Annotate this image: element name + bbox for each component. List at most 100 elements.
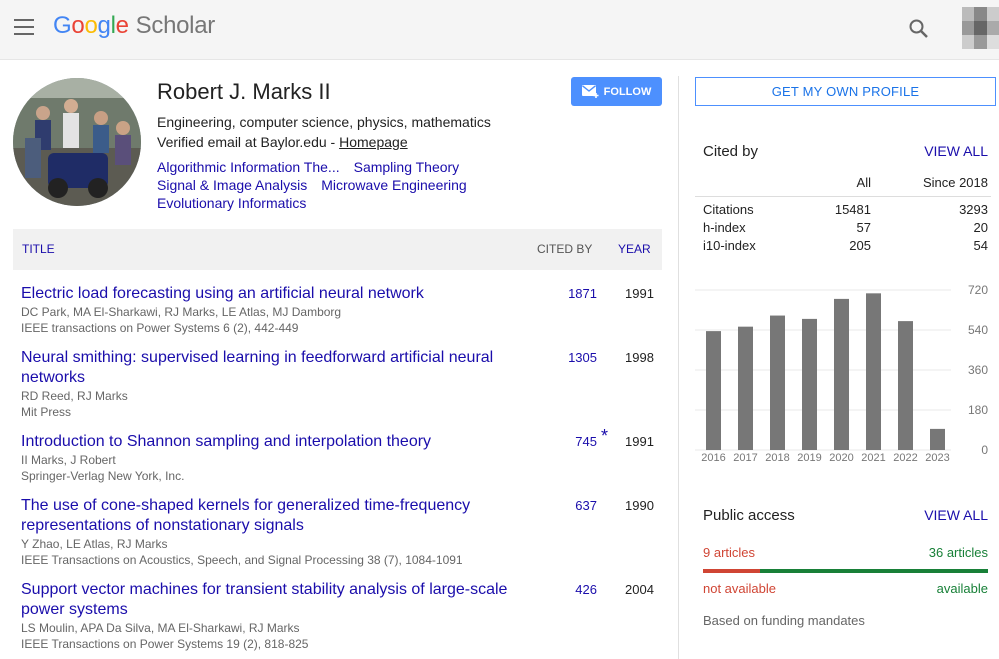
verified-email-text: Verified email at Baylor.edu -: [157, 134, 340, 150]
stat-since: 54: [973, 238, 988, 253]
article-row: The use of cone-shaped kernels for gener…: [21, 496, 662, 568]
get-my-own-profile-button[interactable]: GET MY OWN PROFILE: [695, 77, 996, 106]
stats-row: i10-index 205 54: [695, 238, 991, 256]
interest-link[interactable]: Algorithmic Information The...: [157, 159, 340, 175]
article-year: 1991: [625, 286, 654, 301]
homepage-link[interactable]: Homepage: [339, 134, 408, 150]
article-cited-by[interactable]: 637: [541, 498, 597, 513]
public-access-view-all[interactable]: VIEW ALL: [924, 507, 988, 523]
profile-affiliation: Engineering, computer science, physics, …: [157, 114, 491, 130]
chart-x-tick: 2018: [765, 452, 789, 464]
public-access-title: Public access: [703, 507, 795, 524]
article-year: 1991: [625, 434, 654, 449]
mail-icon: [581, 85, 599, 98]
unavailable-bar-segment: [703, 569, 760, 573]
chart-bar[interactable]: [738, 326, 753, 450]
article-authors: LS Moulin, APA Da Silva, MA El-Sharkawi,…: [21, 621, 300, 635]
chart-y-tick: 720: [968, 283, 988, 297]
logo-letter: o: [71, 12, 85, 39]
logo-letter: e: [115, 12, 129, 39]
article-year: 1990: [625, 498, 654, 513]
chart-bar[interactable]: [706, 331, 721, 450]
article-venue: IEEE Transactions on Power Systems 19 (2…: [21, 637, 309, 651]
chart-y-tick: 0: [981, 443, 988, 457]
article-venue: IEEE transactions on Power Systems 6 (2)…: [21, 321, 299, 335]
article-venue: IEEE Transactions on Acoustics, Speech, …: [21, 553, 463, 567]
profile-photo: [13, 78, 141, 206]
chart-y-tick: 360: [968, 363, 988, 377]
article-authors: Y Zhao, LE Atlas, RJ Marks: [21, 537, 168, 551]
article-venue: Mit Press: [21, 405, 72, 419]
sort-by-title[interactable]: TITLE: [22, 242, 55, 256]
article-cited-by[interactable]: 745: [541, 434, 597, 449]
unavailable-count[interactable]: 9 articles: [703, 545, 755, 560]
chart-bar[interactable]: [834, 298, 849, 450]
interest-link[interactable]: Microwave Engineering: [321, 177, 467, 193]
chart-bar[interactable]: [866, 293, 881, 450]
chart-x-tick: 2019: [797, 452, 821, 464]
chart-y-tick: 540: [968, 323, 988, 337]
chart-x-tick: 2023: [925, 452, 949, 464]
chart-bar[interactable]: [802, 318, 817, 450]
cited-by-view-all[interactable]: VIEW ALL: [924, 143, 988, 159]
citation-stats-table: All Since 2018 Citations 15481 3293 h-in…: [695, 173, 991, 256]
article-title[interactable]: Support vector machines for transient st…: [21, 580, 511, 620]
chart-x-tick: 2020: [829, 452, 853, 464]
stat-label[interactable]: i10-index: [703, 238, 756, 253]
article-authors: DC Park, MA El-Sharkawi, RJ Marks, LE At…: [21, 305, 342, 319]
chart-x-tick: 2016: [701, 452, 725, 464]
chart-bar[interactable]: [770, 315, 785, 450]
article-title[interactable]: Neural smithing: supervised learning in …: [21, 348, 511, 388]
article-cited-by[interactable]: 426: [541, 582, 597, 597]
top-bar: Google Scholar: [0, 0, 999, 60]
chart-bar[interactable]: [898, 321, 913, 450]
follow-button[interactable]: FOLLOW: [571, 77, 662, 106]
stat-since: 3293: [959, 202, 988, 217]
public-access-bar: [703, 569, 988, 573]
column-divider: [678, 76, 679, 659]
logo-letter: G: [53, 12, 72, 39]
article-title[interactable]: Electric load forecasting using an artif…: [21, 284, 511, 304]
profile-name: Robert J. Marks II: [157, 79, 331, 104]
profile-email: Verified email at Baylor.edu - Homepage: [157, 134, 408, 150]
available-count[interactable]: 36 articles: [929, 545, 988, 560]
articles-table-header: TITLE CITED BY YEAR: [13, 229, 662, 270]
article-cited-by[interactable]: 1871: [541, 286, 597, 301]
search-icon[interactable]: [908, 18, 930, 40]
stat-all: 205: [849, 238, 871, 253]
article-row: Support vector machines for transient st…: [21, 580, 662, 652]
follow-label: FOLLOW: [603, 85, 652, 98]
google-scholar-logo[interactable]: Google Scholar: [53, 12, 215, 40]
stat-label[interactable]: Citations: [703, 202, 754, 217]
stat-label[interactable]: h-index: [703, 220, 746, 235]
chart-bar[interactable]: [930, 428, 945, 450]
stats-col-all: All: [856, 175, 871, 190]
chart-x-tick: 2017: [733, 452, 757, 464]
article-year: 2004: [625, 582, 654, 597]
interest-link[interactable]: Evolutionary Informatics: [157, 195, 306, 211]
available-bar-segment: [760, 569, 988, 573]
interest-link[interactable]: Sampling Theory: [354, 159, 460, 175]
cited-by-title: Cited by: [703, 143, 759, 160]
article-title[interactable]: The use of cone-shaped kernels for gener…: [21, 496, 511, 536]
menu-icon[interactable]: [14, 19, 34, 35]
citations-per-year-chart: 720 540 360 180 0 2016 2017 2018 2019 2020 2021 202…: [695, 283, 988, 464]
funding-mandates-note: Based on funding mandates: [703, 613, 865, 628]
sort-by-cited[interactable]: CITED BY: [537, 242, 592, 256]
chart-y-tick: 180: [968, 403, 988, 417]
stats-row: h-index 57 20: [695, 220, 991, 238]
chart-x-tick: 2022: [893, 452, 917, 464]
account-avatar[interactable]: [962, 7, 999, 49]
article-title[interactable]: Introduction to Shannon sampling and int…: [21, 432, 511, 452]
unavailable-label: not available: [703, 581, 776, 596]
research-interests: Algorithmic Information The... Sampling T…: [157, 158, 517, 212]
interest-link[interactable]: Signal & Image Analysis: [157, 177, 307, 193]
article-cited-by[interactable]: 1305: [541, 350, 597, 365]
article-row: Electric load forecasting using an artif…: [21, 284, 662, 336]
article-row: Neural smithing: supervised learning in …: [21, 348, 662, 420]
stats-row: Citations 15481 3293: [695, 202, 991, 220]
article-year: 1998: [625, 350, 654, 365]
logo-letter: g: [97, 12, 111, 39]
sort-by-year[interactable]: YEAR: [618, 242, 651, 256]
merged-citations-star[interactable]: *: [601, 426, 608, 447]
